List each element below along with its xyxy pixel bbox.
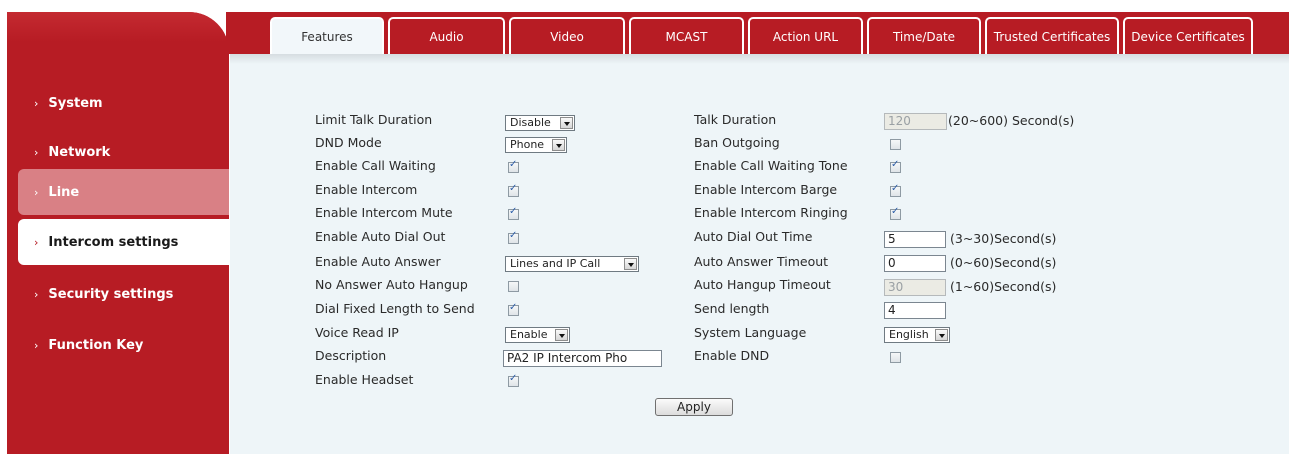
field-label: Dial Fixed Length to Send	[315, 301, 475, 316]
tab-action-url[interactable]: Action URL	[748, 17, 863, 54]
field-label: Enable Auto Answer	[315, 254, 441, 269]
field-label: Enable Intercom Barge	[694, 182, 838, 197]
chevron-right-icon: ›	[34, 338, 39, 352]
sidebar-item-function-key[interactable]: › Function Key	[7, 322, 229, 368]
chevron-down-icon	[624, 258, 637, 270]
select-value: Disable	[510, 116, 551, 129]
field-label: Limit Talk Duration	[315, 112, 433, 127]
field-label: Description	[315, 348, 387, 363]
voice-read-ip-select[interactable]: Enable	[505, 327, 570, 343]
chevron-right-icon: ›	[34, 287, 39, 301]
field-label: Send length	[694, 301, 770, 316]
field-label: Auto Dial Out Time	[694, 229, 813, 244]
tab-time-date[interactable]: Time/Date	[867, 17, 981, 54]
sidebar-item-intercom-settings[interactable]: › Intercom settings	[18, 219, 229, 265]
field-label: Enable Auto Dial Out	[315, 229, 446, 244]
sidebar-item-network[interactable]: › Network	[7, 129, 229, 175]
apply-button[interactable]: Apply	[655, 398, 733, 416]
tab-features[interactable]: Features	[270, 17, 384, 54]
send-length-input[interactable]: 4	[884, 302, 946, 319]
tab-mcast[interactable]: MCAST	[629, 17, 744, 54]
select-value: Lines and IP Call	[510, 257, 601, 270]
auto-dial-out-time-unit: (3~30)Second(s)	[950, 231, 1057, 246]
chevron-down-icon	[552, 139, 565, 151]
no-answer-auto-hangup-checkbox[interactable]	[508, 281, 519, 292]
system-language-select[interactable]: English	[884, 327, 950, 343]
sidebar-item-security-settings[interactable]: › Security settings	[7, 271, 229, 317]
sidebar-item-label: Network	[48, 144, 111, 160]
enable-intercom-barge-checkbox[interactable]	[890, 183, 901, 197]
enable-call-waiting-checkbox[interactable]	[508, 159, 519, 173]
sidebar-item-label: Function Key	[48, 337, 144, 353]
chevron-right-icon: ›	[34, 96, 39, 110]
field-label: Auto Answer Timeout	[694, 254, 829, 269]
ban-outgoing-checkbox[interactable]	[890, 139, 901, 150]
field-label: Enable Intercom Ringing	[694, 205, 848, 220]
enable-headset-checkbox[interactable]	[508, 373, 519, 387]
field-label: System Language	[694, 325, 807, 340]
field-label: Talk Duration	[694, 112, 777, 127]
sidebar-header-band	[7, 12, 229, 42]
sidebar-item-label: System	[48, 95, 103, 111]
sidebar-nav: › System › Network › Line › Intercom setting…	[7, 12, 229, 454]
chevron-down-icon	[560, 117, 573, 129]
enable-intercom-checkbox[interactable]	[508, 183, 519, 197]
content-top-shadow	[230, 54, 1289, 64]
enable-intercom-mute-checkbox[interactable]	[508, 206, 519, 220]
field-label: Auto Hangup Timeout	[694, 277, 831, 292]
enable-call-waiting-tone-checkbox[interactable]	[890, 159, 901, 173]
limit-talk-duration-select[interactable]: Disable	[505, 115, 575, 131]
dial-fixed-length-checkbox[interactable]	[508, 302, 519, 316]
field-label: Enable Call Waiting	[315, 158, 436, 173]
field-label: Enable Call Waiting Tone	[694, 158, 848, 173]
talk-duration-input[interactable]: 120	[884, 113, 947, 130]
select-value: Phone	[510, 138, 545, 151]
sidebar-item-system[interactable]: › System	[7, 80, 229, 126]
chevron-down-icon	[555, 329, 568, 341]
auto-answer-timeout-unit: (0~60)Second(s)	[950, 255, 1057, 270]
enable-auto-dial-out-checkbox[interactable]	[508, 230, 519, 244]
select-value: English	[889, 328, 929, 341]
field-label: No Answer Auto Hangup	[315, 277, 468, 292]
description-input[interactable]: PA2 IP Intercom Pho	[503, 350, 662, 367]
field-label: Ban Outgoing	[694, 135, 780, 150]
tab-audio[interactable]: Audio	[388, 17, 505, 54]
sidebar-item-label: Intercom settings	[48, 234, 179, 250]
tab-strip: Features Audio Video MCAST Action URL Ti…	[270, 17, 1253, 54]
field-label: Voice Read IP	[315, 325, 399, 340]
sidebar-item-line[interactable]: › Line	[18, 169, 229, 215]
enable-auto-answer-select[interactable]: Lines and IP Call	[505, 256, 639, 272]
chevron-down-icon	[935, 329, 948, 341]
field-label: Enable Intercom	[315, 182, 418, 197]
tab-trusted-certificates[interactable]: Trusted Certificates	[985, 17, 1119, 54]
enable-dnd-checkbox[interactable]	[890, 352, 901, 363]
field-label: Enable DND	[694, 348, 770, 363]
auto-dial-out-time-input[interactable]: 5	[884, 231, 946, 248]
tab-device-certificates[interactable]: Device Certificates	[1123, 17, 1253, 54]
field-label: Enable Intercom Mute	[315, 205, 453, 220]
dnd-mode-select[interactable]: Phone	[505, 137, 567, 153]
auto-hangup-timeout-input[interactable]: 30	[884, 279, 946, 296]
select-value: Enable	[510, 328, 548, 341]
auto-answer-timeout-input[interactable]: 0	[884, 255, 946, 272]
talk-duration-unit: (20~600) Second(s)	[948, 113, 1075, 128]
chevron-right-icon: ›	[34, 235, 39, 249]
field-label: Enable Headset	[315, 372, 414, 387]
chevron-right-icon: ›	[34, 145, 39, 159]
sidebar-item-label: Line	[48, 184, 80, 200]
enable-intercom-ringing-checkbox[interactable]	[890, 206, 901, 220]
field-label: DND Mode	[315, 135, 382, 150]
chevron-right-icon: ›	[34, 185, 39, 199]
tab-video[interactable]: Video	[509, 17, 625, 54]
sidebar-item-label: Security settings	[48, 286, 174, 302]
auto-hangup-timeout-unit: (1~60)Second(s)	[950, 279, 1057, 294]
